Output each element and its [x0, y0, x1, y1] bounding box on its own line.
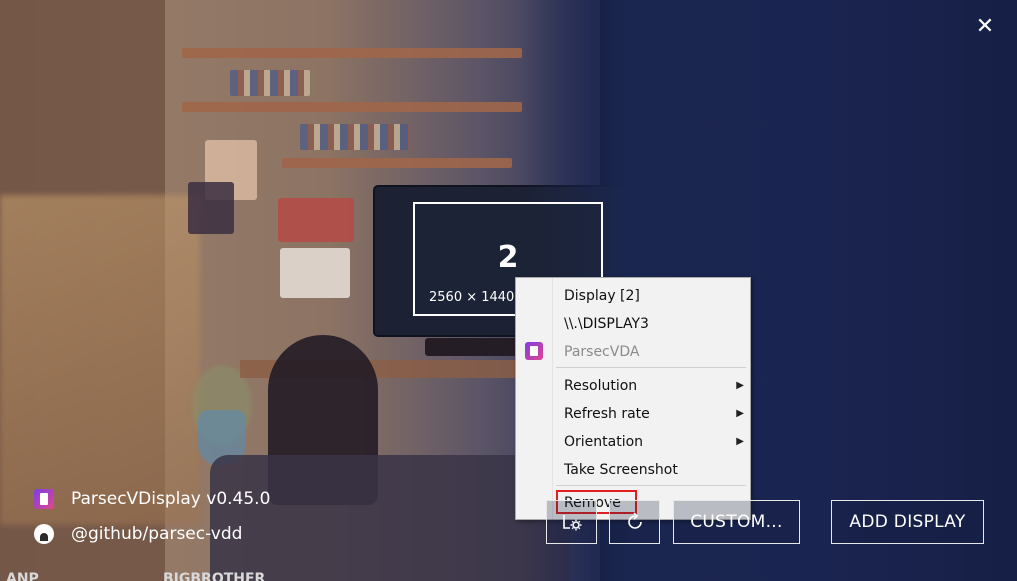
parsec-app-icon: [34, 489, 54, 509]
custom-button[interactable]: CUSTOM...: [673, 500, 800, 544]
parsec-icon: [525, 342, 543, 360]
menu-item-orientation[interactable]: Orientation ▶: [564, 431, 744, 453]
add-display-button-label: ADD DISPLAY: [849, 512, 966, 532]
display-context-menu: Display [2] \\.\DISPLAY3 ParsecVDA Resol…: [515, 277, 751, 520]
menu-item-resolution[interactable]: Resolution ▶: [564, 375, 744, 397]
menu-item-label: Orientation: [564, 434, 644, 450]
display-settings-icon: [562, 515, 581, 531]
refresh-button[interactable]: [609, 500, 660, 544]
wallpaper-books: [300, 124, 410, 150]
wallpaper-shelf: [182, 102, 522, 112]
submenu-arrow-icon: ▶: [736, 408, 744, 419]
menu-item-adapter: ParsecVDA: [564, 344, 640, 360]
wallpaper-shelf: [182, 48, 522, 58]
add-display-button[interactable]: ADD DISPLAY: [831, 500, 984, 544]
menu-separator: [556, 367, 746, 368]
refresh-icon: [627, 512, 642, 529]
taskbar-strip: ANP BIGBROTHER: [0, 572, 1017, 581]
menu-item-device-path[interactable]: \\.\DISPLAY3: [564, 313, 744, 335]
wallpaper-frame: [188, 182, 234, 234]
menu-item-label: Resolution: [564, 378, 638, 394]
context-menu-gutter: [516, 278, 553, 519]
menu-item-label: Refresh rate: [564, 406, 650, 422]
wallpaper-books: [230, 70, 310, 96]
github-link[interactable]: @github/parsec-vdd: [71, 524, 242, 544]
display-number: 2: [497, 240, 519, 275]
display-resolution: 2560 × 1440: [429, 290, 515, 305]
taskbar-tab[interactable]: ANP: [6, 572, 39, 581]
display-settings-button[interactable]: [546, 500, 597, 544]
menu-item-take-screenshot[interactable]: Take Screenshot: [564, 459, 744, 481]
menu-separator: [556, 485, 746, 486]
close-icon[interactable]: ✕: [971, 13, 999, 41]
menu-item-refresh-rate[interactable]: Refresh rate ▶: [564, 403, 744, 425]
wallpaper-curtain: [0, 195, 200, 525]
wallpaper-calendar: [280, 248, 350, 298]
app-version-label: ParsecVDisplay v0.45.0: [71, 489, 271, 509]
wallpaper-frame: [278, 198, 354, 242]
submenu-arrow-icon: ▶: [736, 380, 744, 391]
github-icon: [34, 524, 54, 544]
taskbar-tab[interactable]: BIGBROTHER: [163, 572, 265, 581]
submenu-arrow-icon: ▶: [736, 436, 744, 447]
custom-button-label: CUSTOM...: [690, 512, 783, 532]
wallpaper-shelf: [282, 158, 512, 168]
menu-item-display-name[interactable]: Display [2]: [564, 285, 744, 307]
